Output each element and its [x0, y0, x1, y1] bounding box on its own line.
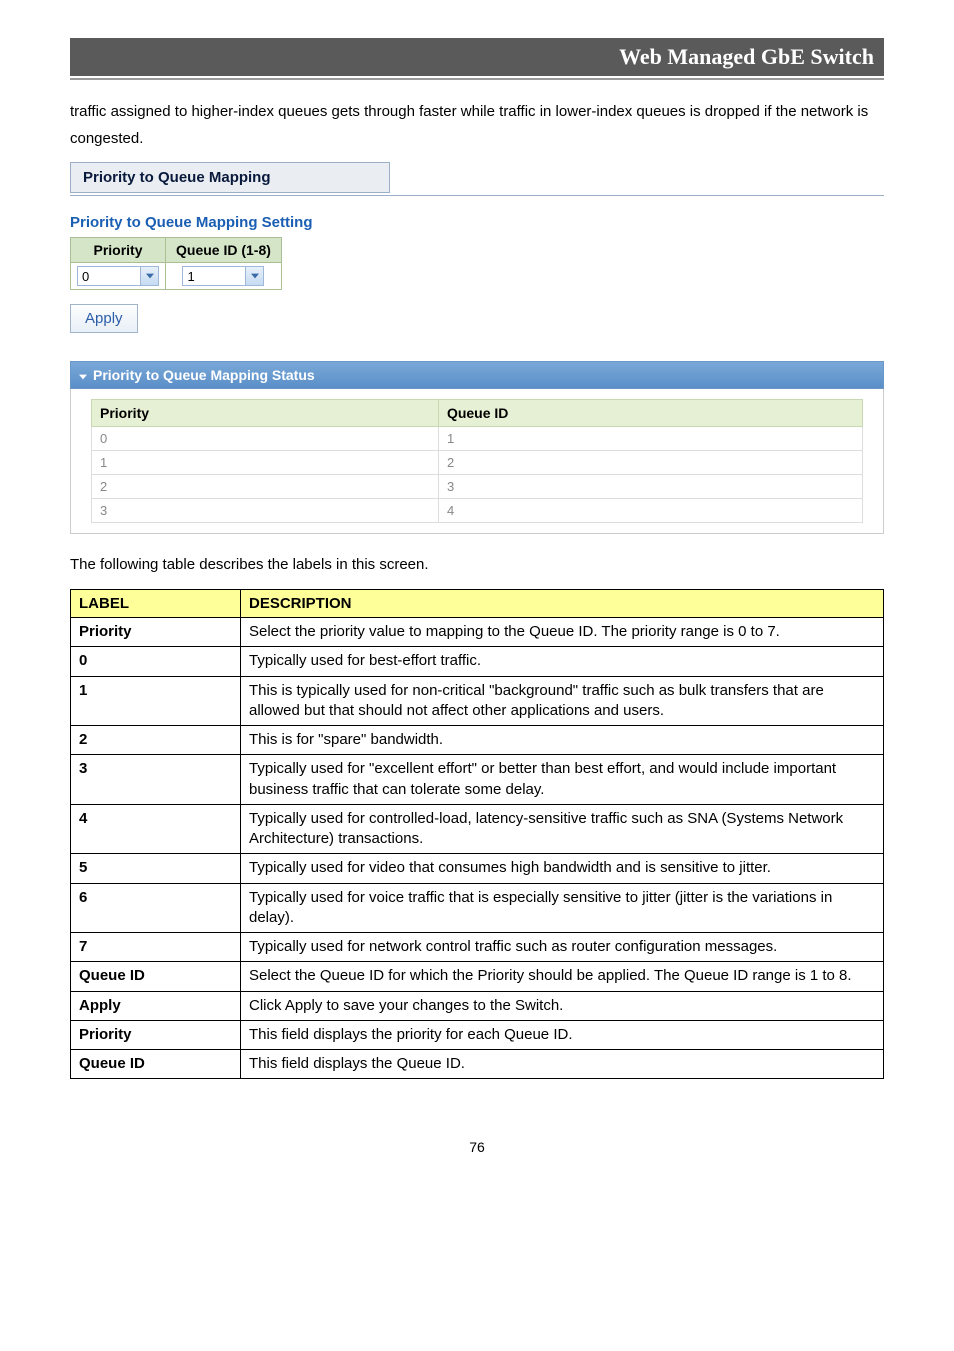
table-row: 0 Typically used for best-effort traffic…	[71, 647, 884, 676]
desc-label: Apply	[71, 991, 241, 1020]
desc-text: Typically used for video that consumes h…	[241, 854, 884, 883]
description-table: LABEL DESCRIPTION Priority Select the pr…	[70, 589, 884, 1079]
table-row: 1 This is typically used for non-critica…	[71, 676, 884, 726]
queue-select[interactable]: 1	[182, 266, 264, 286]
desc-label: Queue ID	[71, 1050, 241, 1079]
table-row: 3 Typically used for "excellent effort" …	[71, 755, 884, 805]
status-cell: 3	[438, 475, 862, 499]
status-cell: 2	[438, 451, 862, 475]
chevron-down-icon	[245, 267, 263, 285]
table-row: 4 Typically used for controlled-load, la…	[71, 804, 884, 854]
status-cell: 2	[92, 475, 439, 499]
setting-heading: Priority to Queue Mapping Setting	[70, 214, 884, 231]
status-col-queue: Queue ID	[438, 400, 862, 427]
page-header: Web Managed GbE Switch	[70, 38, 884, 76]
status-table: Priority Queue ID 0 1 1 2 2 3 3 4	[91, 399, 863, 523]
table-row: 6 Typically used for voice traffic that …	[71, 883, 884, 933]
desc-label: 0	[71, 647, 241, 676]
desc-text: Select the priority value to mapping to …	[241, 618, 884, 647]
setting-col-priority: Priority	[71, 238, 166, 263]
table-row: Priority This field displays the priorit…	[71, 1020, 884, 1049]
desc-label: Priority	[71, 618, 241, 647]
desc-label: 3	[71, 755, 241, 805]
desc-header-label: LABEL	[71, 590, 241, 618]
desc-text: Typically used for network control traff…	[241, 933, 884, 962]
desc-text: This field displays the Queue ID.	[241, 1050, 884, 1079]
setting-table: Priority Queue ID (1-8) 0 1	[70, 237, 282, 290]
panel-title: Priority to Queue Mapping	[70, 162, 390, 193]
desc-intro: The following table describes the labels…	[70, 556, 884, 573]
desc-label: Priority	[71, 1020, 241, 1049]
desc-text: This is typically used for non-critical …	[241, 676, 884, 726]
status-title-text: Priority to Queue Mapping Status	[93, 367, 315, 383]
desc-label: 2	[71, 726, 241, 755]
table-row: Queue ID This field displays the Queue I…	[71, 1050, 884, 1079]
priority-select-value: 0	[78, 269, 140, 284]
status-col-priority: Priority	[92, 400, 439, 427]
desc-text: This field displays the priority for eac…	[241, 1020, 884, 1049]
table-row: 2 3	[92, 475, 863, 499]
page-number: 76	[70, 1139, 884, 1155]
desc-label: 6	[71, 883, 241, 933]
desc-text: Typically used for best-effort traffic.	[241, 647, 884, 676]
table-row: 0 1	[92, 427, 863, 451]
queue-select-value: 1	[183, 269, 245, 284]
status-cell: 1	[92, 451, 439, 475]
status-panel-title[interactable]: Priority to Queue Mapping Status	[70, 361, 884, 389]
status-cell: 1	[438, 427, 862, 451]
desc-text: Click Apply to save your changes to the …	[241, 991, 884, 1020]
caret-down-icon	[79, 367, 87, 383]
chevron-down-icon	[140, 267, 158, 285]
desc-label: 7	[71, 933, 241, 962]
table-row: 3 4	[92, 499, 863, 523]
table-row: 2 This is for "spare" bandwidth.	[71, 726, 884, 755]
table-row: 5 Typically used for video that consumes…	[71, 854, 884, 883]
desc-label: 1	[71, 676, 241, 726]
status-panel: Priority to Queue Mapping Status Priorit…	[70, 361, 884, 534]
table-row: Apply Click Apply to save your changes t…	[71, 991, 884, 1020]
desc-text: Select the Queue ID for which the Priori…	[241, 962, 884, 991]
table-row: 1 2	[92, 451, 863, 475]
desc-label: 4	[71, 804, 241, 854]
desc-text: Typically used for controlled-load, late…	[241, 804, 884, 854]
intro-paragraph: traffic assigned to higher-index queues …	[70, 98, 884, 152]
desc-label: 5	[71, 854, 241, 883]
apply-button[interactable]: Apply	[70, 304, 138, 333]
status-cell: 4	[438, 499, 862, 523]
panel-divider	[70, 195, 884, 196]
status-cell: 3	[92, 499, 439, 523]
desc-header-description: DESCRIPTION	[241, 590, 884, 618]
desc-text: Typically used for "excellent effort" or…	[241, 755, 884, 805]
desc-label: Queue ID	[71, 962, 241, 991]
desc-text: This is for "spare" bandwidth.	[241, 726, 884, 755]
table-row: 7 Typically used for network control tra…	[71, 933, 884, 962]
setting-col-queue: Queue ID (1-8)	[166, 238, 282, 263]
table-row: Priority Select the priority value to ma…	[71, 618, 884, 647]
table-row: Queue ID Select the Queue ID for which t…	[71, 962, 884, 991]
status-cell: 0	[92, 427, 439, 451]
priority-select[interactable]: 0	[77, 266, 159, 286]
desc-text: Typically used for voice traffic that is…	[241, 883, 884, 933]
header-divider	[70, 78, 884, 80]
